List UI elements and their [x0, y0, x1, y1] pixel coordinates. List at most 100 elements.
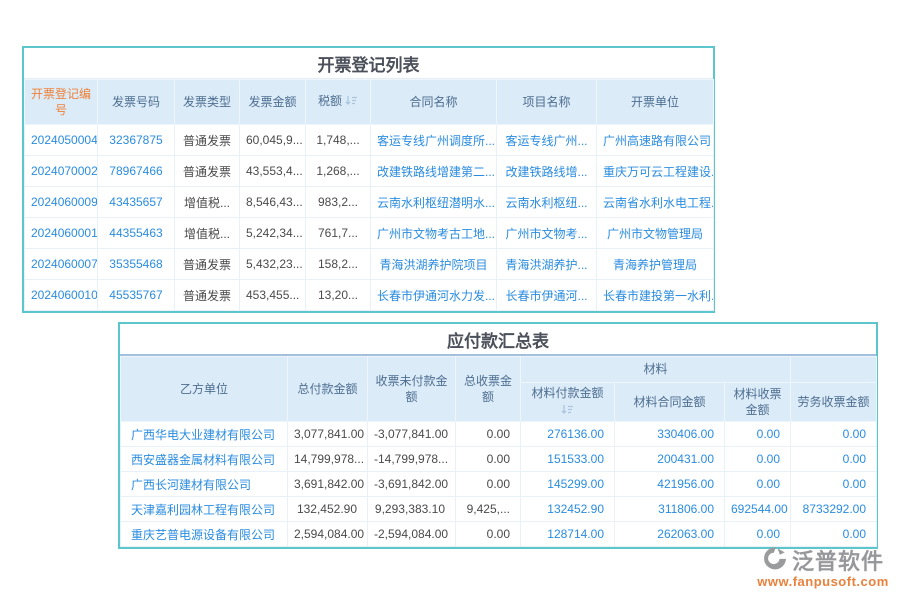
table-cell[interactable]: 天津嘉利园林工程有限公司 [121, 497, 288, 522]
table-cell[interactable]: 45535767 [98, 280, 175, 311]
table-cell[interactable]: 35355468 [98, 249, 175, 280]
table-cell[interactable]: 145299.00 [521, 472, 615, 497]
table-cell: 5,432,23... [240, 249, 306, 280]
table-cell: -3,691,842.00 [368, 472, 456, 497]
table-cell[interactable]: 32367875 [98, 125, 175, 156]
table-cell[interactable]: 0.00 [791, 522, 877, 547]
column-header-labor-received-invoice: 劳务收票金额 [791, 383, 877, 422]
table-cell[interactable]: 广西华电大业建材有限公司 [121, 422, 288, 447]
table-row: 广西华电大业建材有限公司3,077,841.00-3,077,841.000.0… [121, 422, 877, 447]
table-cell[interactable]: 200431.00 [615, 447, 725, 472]
table-cell[interactable]: 客运专线广州... [497, 125, 597, 156]
table-cell[interactable]: 青海洪湖养护... [497, 249, 597, 280]
table-cell: -14,799,978... [368, 447, 456, 472]
table-cell[interactable]: 云南省水利水电工程... [597, 187, 714, 218]
table-cell[interactable]: 2024070002 [25, 156, 98, 187]
table-cell[interactable]: 78967466 [98, 156, 175, 187]
table-row: 202407000278967466普通发票43,553,4...1,268,.… [25, 156, 714, 187]
table-cell: 普通发票 [175, 280, 240, 311]
table-cell: 0.00 [456, 422, 521, 447]
table-row: 西安盛器金属材料有限公司14,799,978...-14,799,978... 0… [121, 447, 877, 472]
table-cell: 983,2... [306, 187, 371, 218]
table-cell[interactable]: 西安盛器金属材料有限公司 [121, 447, 288, 472]
table-cell[interactable]: 0.00 [725, 472, 791, 497]
table-cell[interactable]: 云南水利枢纽潜明水... [371, 187, 497, 218]
column-header-invoice-type: 发票类型 [175, 80, 240, 125]
table-cell: 普通发票 [175, 125, 240, 156]
table-cell: 普通发票 [175, 156, 240, 187]
page: 开票登记列表 开票登记编号 发票号码 发票类型 发票金额 税额 合同名称 项目名… [0, 0, 900, 600]
table-cell: 9,425,... [456, 497, 521, 522]
table-cell[interactable]: 2024060009 [25, 187, 98, 218]
table-cell[interactable]: 0.00 [791, 472, 877, 497]
sort-icon[interactable] [524, 403, 611, 419]
table-cell[interactable]: 2024060007 [25, 249, 98, 280]
table-cell[interactable]: 改建铁路线增建第二... [371, 156, 497, 187]
sort-icon[interactable] [345, 94, 358, 110]
column-header-project-name: 项目名称 [497, 80, 597, 125]
table-cell[interactable]: 改建铁路线增... [497, 156, 597, 187]
table-cell: 60,045,9... [240, 125, 306, 156]
table-cell[interactable]: 0.00 [791, 447, 877, 472]
table-cell[interactable]: 长春市伊通河... [497, 280, 597, 311]
column-header-material-payment[interactable]: 材料付款金额 [521, 383, 615, 422]
table-row: 202406000144355463增值税...5,242,34...761,7… [25, 218, 714, 249]
table-cell[interactable]: 330406.00 [615, 422, 725, 447]
table-cell: 9,293,383.10 [368, 497, 456, 522]
table-cell[interactable]: 广州高速路有限公司 [597, 125, 714, 156]
column-header-contract-name: 合同名称 [371, 80, 497, 125]
table-cell: 0.00 [456, 472, 521, 497]
table-cell[interactable]: 0.00 [725, 447, 791, 472]
table-cell[interactable]: 151533.00 [521, 447, 615, 472]
table-cell[interactable]: 重庆艺普电源设备有限公司 [121, 522, 288, 547]
table-row: 重庆艺普电源设备有限公司2,594,084.00-2,594,084.000.0… [121, 522, 877, 547]
table-cell[interactable]: 8733292.00 [791, 497, 877, 522]
table-cell[interactable]: 青海养护管理局 [597, 249, 714, 280]
payables-table-title: 应付款汇总表 [120, 324, 876, 356]
table-cell[interactable]: 客运专线广州调度所... [371, 125, 497, 156]
table-cell[interactable]: 广西长河建材有限公司 [121, 472, 288, 497]
table-cell[interactable]: 2024060010 [25, 280, 98, 311]
table-cell[interactable]: 云南水利枢纽... [497, 187, 597, 218]
table-cell[interactable]: 广州市文物考... [497, 218, 597, 249]
vendor-watermark: 泛普软件 www.fanpusoft.com [752, 544, 894, 589]
column-header-tax-amount[interactable]: 税额 [306, 80, 371, 125]
table-cell[interactable]: 0.00 [725, 522, 791, 547]
table-cell[interactable]: 重庆万可云工程建设... [597, 156, 714, 187]
invoice-header-row: 开票登记编号 发票号码 发票类型 发票金额 税额 合同名称 项目名称 开票单位 [25, 80, 714, 125]
table-cell[interactable]: 262063.00 [615, 522, 725, 547]
table-cell[interactable]: 0.00 [791, 422, 877, 447]
table-cell[interactable]: 广州市文物管理局 [597, 218, 714, 249]
table-cell: 132,452.90 [288, 497, 368, 522]
table-cell[interactable]: 276136.00 [521, 422, 615, 447]
table-cell[interactable]: 广州市文物考古工地... [371, 218, 497, 249]
column-header-total-payment: 总付款金额 [288, 357, 368, 422]
table-cell[interactable]: 2024050004 [25, 125, 98, 156]
table-cell[interactable]: 421956.00 [615, 472, 725, 497]
table-row: 202406000735355468普通发票5,432,23...158,2..… [25, 249, 714, 280]
payables-table-body: 广西华电大业建材有限公司3,077,841.00-3,077,841.000.0… [121, 422, 877, 547]
table-cell: 增值税... [175, 187, 240, 218]
table-cell: 0.00 [456, 522, 521, 547]
column-header-invoice-amount: 发票金额 [240, 80, 306, 125]
table-cell[interactable]: 0.00 [725, 422, 791, 447]
table-cell[interactable]: 长春市伊通河水力发... [371, 280, 497, 311]
vendor-url: www.fanpusoft.com [752, 574, 894, 589]
table-cell[interactable]: 311806.00 [615, 497, 725, 522]
column-header-total-received-invoice: 总收票金额 [456, 357, 521, 422]
table-cell[interactable]: 长春市建投第一水利... [597, 280, 714, 311]
column-group-material: 材料 [521, 357, 791, 383]
table-cell: 2,594,084.00 [288, 522, 368, 547]
table-cell[interactable]: 43435657 [98, 187, 175, 218]
table-cell: 3,077,841.00 [288, 422, 368, 447]
table-cell[interactable]: 2024060001 [25, 218, 98, 249]
table-cell[interactable]: 132452.90 [521, 497, 615, 522]
invoice-table-body: 202405000432367875普通发票60,045,9...1,748,.… [25, 125, 714, 311]
table-cell[interactable]: 44355463 [98, 218, 175, 249]
table-cell[interactable]: 692544.00 [725, 497, 791, 522]
table-row: 202406001045535767普通发票453,455...13,20...… [25, 280, 714, 311]
table-cell: 453,455... [240, 280, 306, 311]
table-cell[interactable]: 青海洪湖养护院项目 [371, 249, 497, 280]
table-cell: 14,799,978... [288, 447, 368, 472]
table-cell[interactable]: 128714.00 [521, 522, 615, 547]
